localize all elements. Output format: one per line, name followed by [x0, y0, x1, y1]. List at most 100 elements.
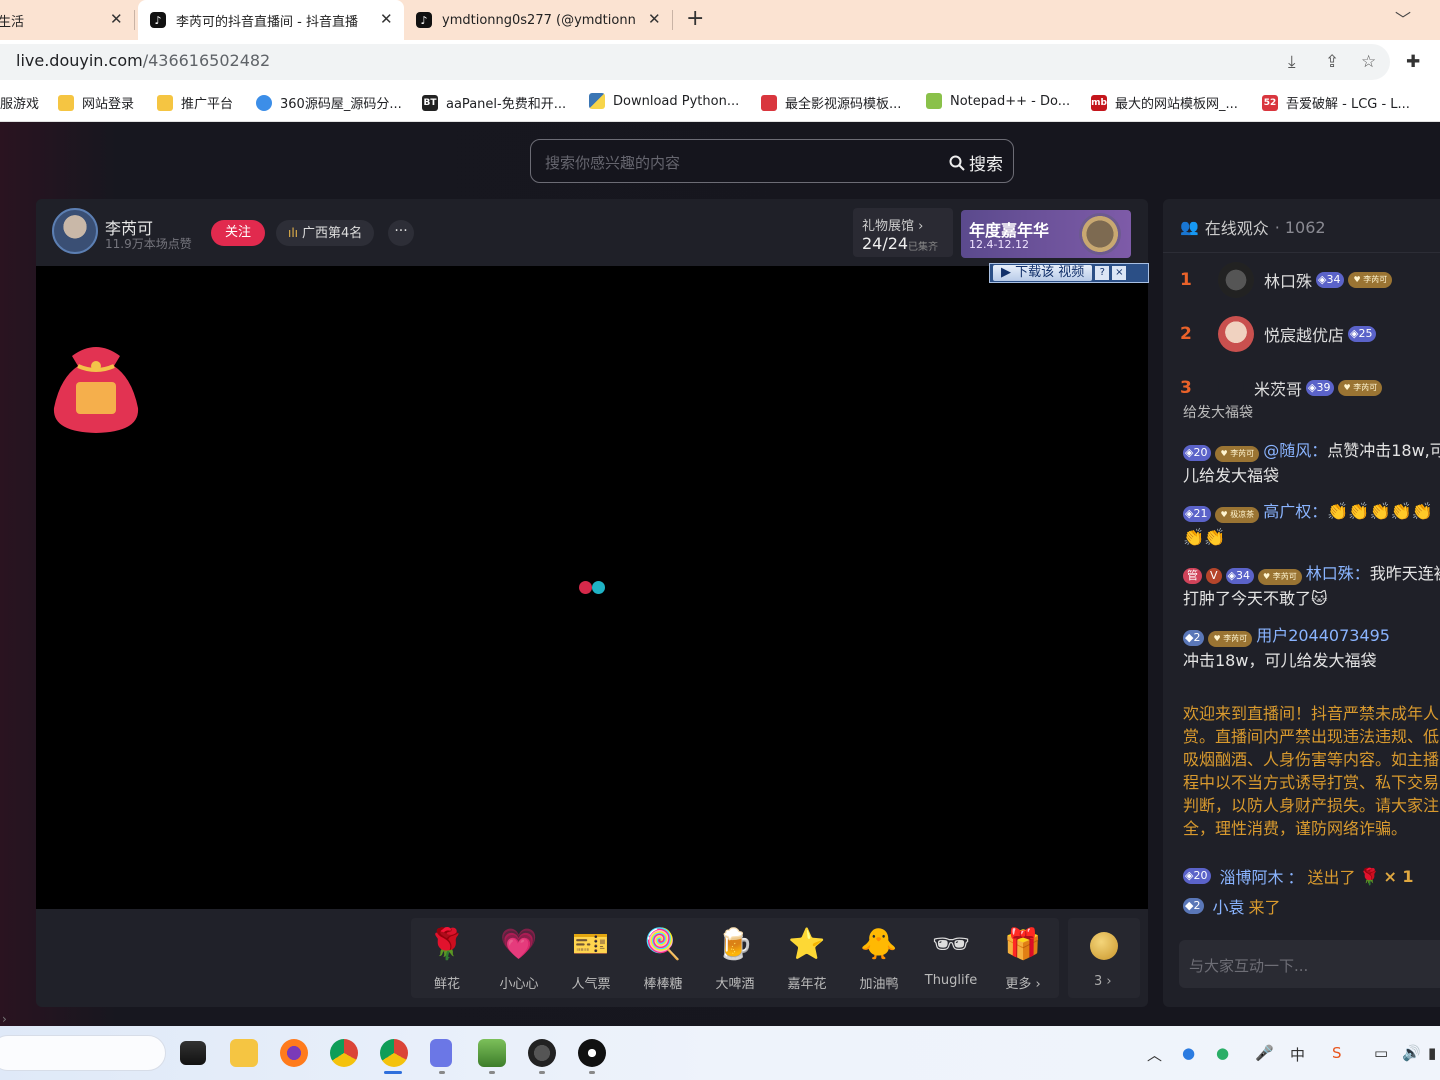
taskbar-search[interactable] [0, 1035, 166, 1071]
chat-message-partial: 给发大福袋 [1183, 405, 1253, 421]
chat-username[interactable]: 用户2044073495 [1256, 626, 1390, 645]
chat-message[interactable]: ◈20 ♥ 李芮可 @随风：点赞冲击18w,可儿给发大福袋 [1183, 438, 1440, 488]
obs-icon[interactable] [528, 1039, 556, 1067]
network-app-icon[interactable]: ● [1182, 1044, 1195, 1062]
audience-row[interactable]: 1 林口殊 ◈34 ♥ 李芮可 [1180, 261, 1396, 299]
extensions-icon[interactable]: ✚ [1406, 52, 1420, 72]
level-badge: ◈20 [1183, 445, 1212, 461]
task-view-icon[interactable] [180, 1041, 206, 1065]
search-button[interactable]: 搜索 [949, 150, 1003, 175]
gift-label: 鲜花 [433, 977, 460, 992]
bookmark-item[interactable]: 服游戏 [0, 93, 39, 112]
app-indicator [489, 1071, 495, 1074]
chat-username[interactable]: @随风 [1263, 441, 1311, 460]
gift-item-heart[interactable]: 💗 小心心 [484, 925, 554, 992]
download-video-button[interactable]: ▶ 下载该 视频 [993, 265, 1093, 281]
gift-item-thuglife[interactable]: 🕶 Thuglife [916, 925, 986, 988]
tray-chevron-icon[interactable]: ︿ [1147, 1044, 1162, 1065]
mb-icon: mb [1091, 94, 1107, 111]
more-options-button[interactable]: ··· [388, 220, 414, 246]
avatar [1218, 262, 1254, 298]
battery-icon[interactable]: ▮ [1428, 1044, 1436, 1062]
gift-item-beer[interactable]: 🍺 大啤酒 [700, 925, 770, 992]
gift-hall-card[interactable]: 礼物展馆 › 24/24 已集齐 [853, 208, 953, 257]
url-text[interactable]: live.douyin.com/436616502482 [16, 51, 270, 70]
enter-event-verb: 来了 [1248, 898, 1281, 917]
chat-colon: ： [1353, 564, 1370, 583]
bookmark-item[interactable]: mb 最大的网站模板网_... [1091, 93, 1238, 112]
chat-username[interactable]: 淄博阿木 [1219, 864, 1283, 888]
gift-item-more[interactable]: 🎁 更多 › [988, 925, 1058, 992]
bookmark-item[interactable]: BT aaPanel-免费和开... [422, 93, 566, 112]
search-box[interactable]: 搜索你感兴趣的内容 搜索 [530, 139, 1014, 183]
bookmark-item[interactable]: Download Python... [589, 93, 739, 109]
bookmark-item[interactable]: 推广平台 [157, 93, 233, 112]
chat-input[interactable]: 与大家互动一下... [1179, 940, 1440, 988]
chat-message[interactable]: ◆2 ♥ 李芮可 用户2044073495 冲击18w，可儿给发大福袋 [1183, 623, 1440, 673]
chat-username[interactable]: 小袁 [1212, 894, 1244, 918]
gift-label: 嘉年花 [787, 977, 827, 992]
gift-label: Thuglife [924, 973, 978, 988]
download-video-overlay: ▶ 下载该 视频 ? × [989, 263, 1149, 283]
wechat-icon[interactable]: ● [1216, 1044, 1229, 1062]
new-tab-button[interactable]: + [686, 6, 704, 31]
aperture-icon[interactable] [578, 1039, 606, 1067]
bookmark-item[interactable]: 网站登录 [58, 93, 134, 112]
chat-username[interactable]: 高广权 [1263, 502, 1311, 521]
tab-life[interactable]: 生活 ✕ [0, 0, 130, 40]
tab-live-room[interactable]: ♪ 李芮可的抖音直播间 - 抖音直播 ✕ [138, 0, 404, 40]
online-audience-header[interactable]: 👥 在线观众 · 1062 [1180, 215, 1326, 239]
share-icon[interactable]: ⇪ [1325, 52, 1339, 72]
region-rank-button[interactable]: ılı 广西第4名 [276, 220, 375, 246]
gift-item-ticket[interactable]: 🎫 人气票 [556, 925, 626, 992]
fan-badge: ♥ 李芮可 [1215, 446, 1260, 462]
file-explorer-icon[interactable] [230, 1039, 258, 1067]
beer-icon: 🍺 [716, 927, 754, 962]
close-icon[interactable]: × [1112, 266, 1127, 280]
tab-list-chevron-icon[interactable]: ﹀ [1395, 6, 1411, 30]
bookmark-item[interactable]: 52 吾爱破解 - LCG - L... [1262, 93, 1410, 112]
gift-item-carnival[interactable]: ⭐ 嘉年花 [772, 925, 842, 992]
chat-message[interactable]: 管V◈34♥ 李芮可林口殊：我昨天连被打肿了今天不敢了🐱 [1183, 561, 1440, 611]
download-video-label: 下载该 视频 [1015, 265, 1085, 280]
carnival-banner[interactable]: 年度嘉年华 12.4-12.12 [961, 210, 1131, 258]
gift-item-flower[interactable]: 🌹 鲜花 [412, 925, 482, 992]
tab-close-icon[interactable]: ✕ [648, 10, 661, 28]
chevron-right-icon[interactable]: › [2, 1012, 7, 1026]
cloud-icon [256, 94, 272, 111]
app-s-icon[interactable]: S [1332, 1044, 1342, 1062]
ime-icon[interactable]: 中 [1290, 1044, 1305, 1065]
search-input[interactable]: 搜索你感兴趣的内容 [545, 152, 680, 173]
follow-button[interactable]: 关注 [211, 220, 265, 246]
help-icon[interactable]: ? [1095, 266, 1110, 280]
tab-separator [672, 10, 673, 30]
volume-icon[interactable]: 🔊 [1402, 1044, 1421, 1062]
chrome-profile-icon[interactable] [380, 1039, 408, 1067]
level-badge: ◈39 [1306, 380, 1335, 396]
bookmark-star-icon[interactable]: ☆ [1361, 52, 1376, 72]
gift-event: ◈20 淄博阿木： 送出了 🌹 × 1 [1183, 864, 1414, 888]
gift-item-duck[interactable]: 🐥 加油鸭 [844, 925, 914, 992]
active-app-indicator [384, 1071, 402, 1074]
bookmark-item[interactable]: 360源码屋_源码分... [256, 93, 402, 112]
microphone-icon[interactable]: 🎤 [1255, 1044, 1274, 1062]
tab-profile[interactable]: ♪ ymdtionng0s277 (@ymdtionn ✕ [408, 0, 670, 40]
display-icon[interactable]: ▭ [1374, 1044, 1388, 1062]
tab-close-icon[interactable]: ✕ [380, 10, 393, 28]
chat-username[interactable]: 林口殊 [1306, 564, 1354, 583]
install-icon[interactable]: ⤓ [1288, 52, 1296, 72]
chat-message[interactable]: ◈21 ♥ 极凉茶 高广权：👏👏👏👏👏👏👏 [1183, 499, 1440, 551]
firefox-icon[interactable] [280, 1039, 308, 1067]
lucky-bag-icon[interactable] [52, 336, 140, 434]
chrome-icon[interactable] [330, 1039, 358, 1067]
bookmark-item[interactable]: Notepad++ - Do... [926, 93, 1070, 109]
vip-badge: V [1206, 568, 1222, 584]
audience-row[interactable]: 2 悦宸越优店 ◈25 [1180, 315, 1380, 353]
bookmark-item[interactable]: 最全影视源码模板... [761, 93, 901, 112]
tab-close-icon[interactable]: ✕ [110, 10, 123, 28]
gift-label: 人气票 [571, 977, 611, 992]
image-app-icon[interactable] [478, 1039, 506, 1067]
gift-item-lollipop[interactable]: 🍭 棒棒糖 [628, 925, 698, 992]
anchor-avatar[interactable] [52, 208, 98, 254]
phone-link-icon[interactable] [430, 1039, 452, 1067]
